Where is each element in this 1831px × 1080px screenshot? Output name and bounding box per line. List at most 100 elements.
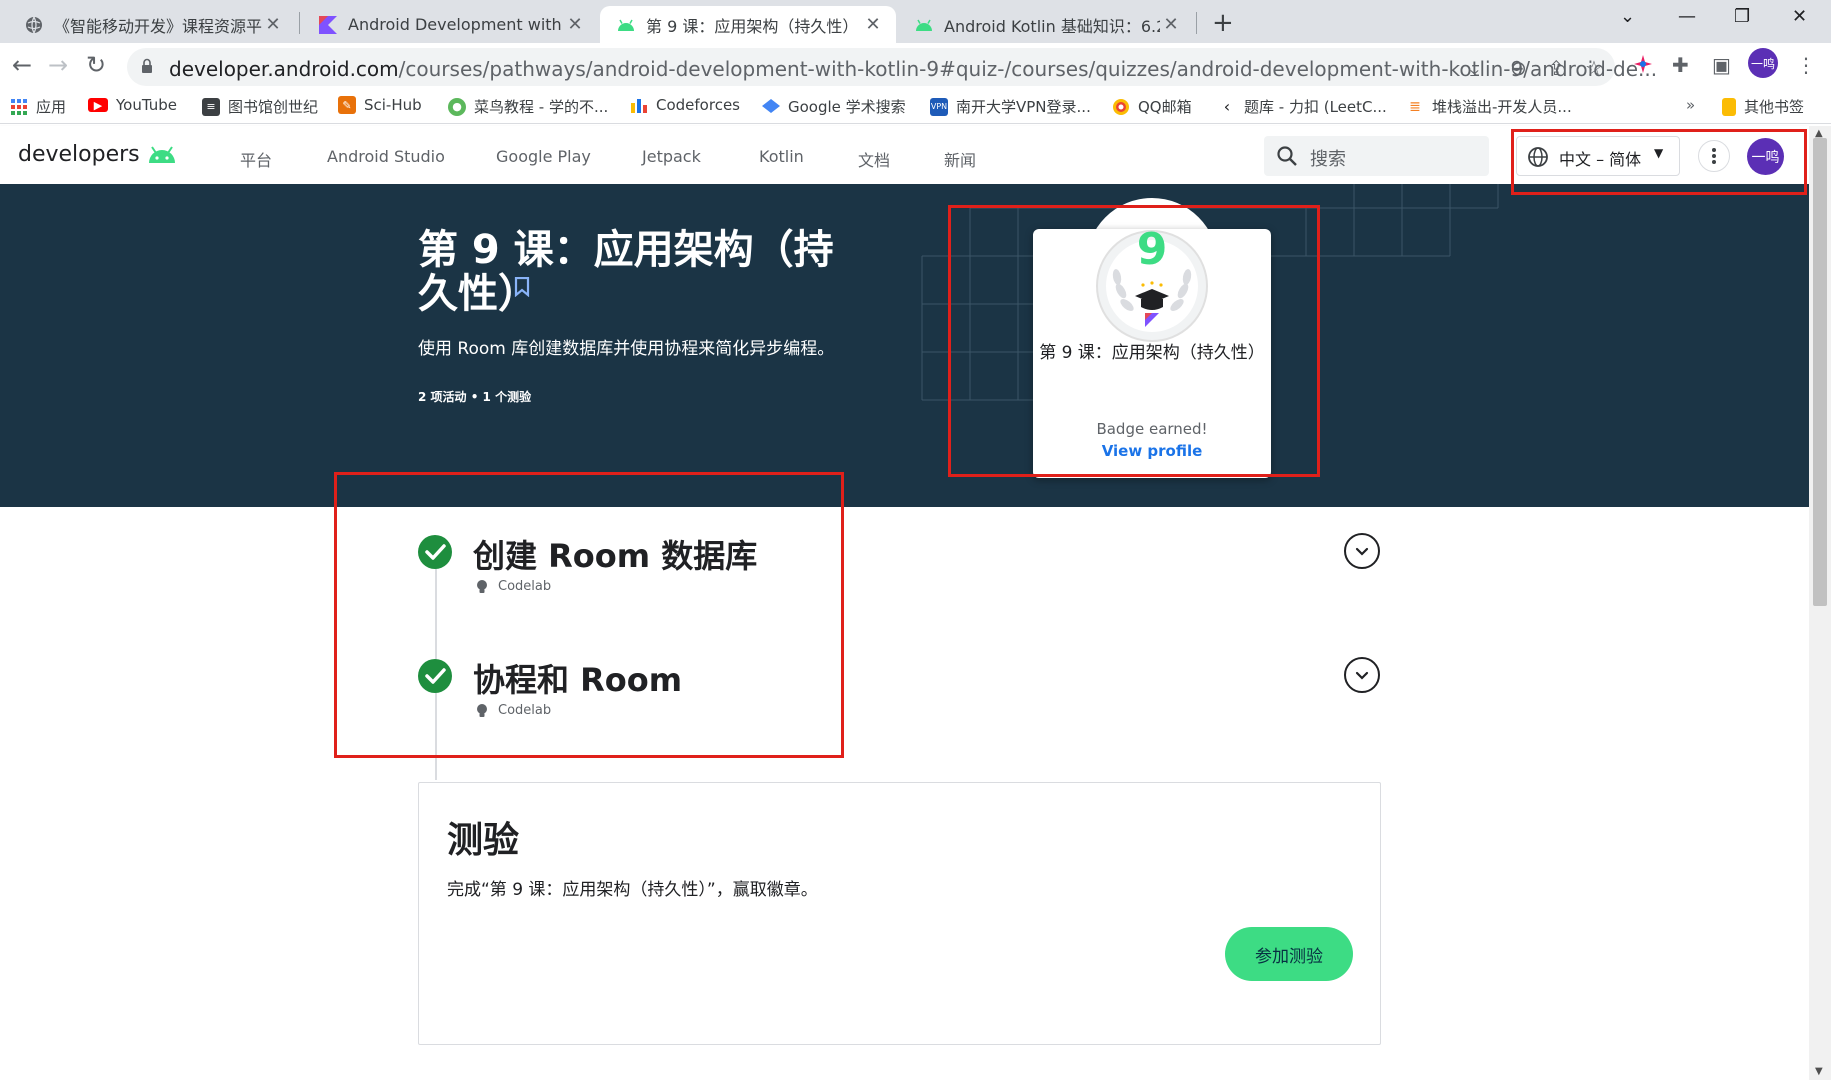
browser-tab[interactable]: 《智能移动开发》课程资源平台 ✕ xyxy=(8,6,296,43)
tab-search-icon[interactable]: ⌄ xyxy=(1620,6,1635,27)
restore-button[interactable]: ❐ xyxy=(1734,6,1750,27)
bookmark-star-icon[interactable]: ☆ xyxy=(1585,56,1603,80)
browser-tab[interactable]: Android Development with Ko ✕ xyxy=(302,6,598,43)
android-icon xyxy=(914,15,934,35)
bookmark-label: QQ邮箱 xyxy=(1138,98,1192,116)
nav-news[interactable]: 新闻 xyxy=(944,147,976,171)
folder-icon xyxy=(1722,97,1736,116)
bookmark-google-scholar[interactable]: Google 学术搜索 xyxy=(762,96,906,117)
apps-grid-icon xyxy=(10,98,28,116)
close-tab-icon[interactable]: ✕ xyxy=(564,14,586,35)
browser-toolbar: ← → ↻ developer.android.com/courses/path… xyxy=(0,43,1831,90)
bookmark-youtube[interactable]: ▶ YouTube xyxy=(88,96,177,114)
address-bar[interactable]: developer.android.com/courses/pathways/a… xyxy=(127,48,1657,86)
bookmark-apps[interactable]: 应用 xyxy=(10,96,66,117)
bookmark-label: Google 学术搜索 xyxy=(788,98,906,116)
close-window-button[interactable]: ✕ xyxy=(1792,6,1807,27)
scholar-icon xyxy=(762,98,780,116)
nav-platform[interactable]: 平台 xyxy=(240,147,272,171)
quiz-title: 测验 xyxy=(447,820,520,861)
back-button[interactable]: ← xyxy=(12,51,32,79)
tab-divider xyxy=(299,12,300,34)
search-placeholder: 搜索 xyxy=(1310,149,1346,170)
browser-profile-avatar[interactable]: 一鸣 xyxy=(1748,48,1778,78)
bookmark-leetcode[interactable]: ‹ 题库 - 力扣 (LeetC... xyxy=(1218,96,1387,117)
nav-android-studio[interactable]: Android Studio xyxy=(327,147,445,166)
chevron-down-icon xyxy=(1355,671,1369,680)
install-app-icon[interactable]: ⤓ xyxy=(1470,56,1479,80)
vpn-icon: VPN xyxy=(930,97,948,116)
bookmark-runoob[interactable]: ● 菜鸟教程 - 学的不... xyxy=(448,96,608,117)
globe-icon xyxy=(24,15,44,35)
browser-tab-active[interactable]: 第 9 课：应用架构（持久性） ✕ xyxy=(600,6,896,43)
browser-tab-strip: 《智能移动开发》课程资源平台 ✕ Android Development wit… xyxy=(0,0,1831,43)
developers-logo[interactable]: developers xyxy=(18,142,178,167)
course-title: 第 9 课：应用架构（持久性） xyxy=(418,227,834,317)
new-tab-button[interactable]: + xyxy=(1212,8,1234,38)
codeforces-icon xyxy=(630,96,648,114)
course-meta: 2 项活动 • 1 个测验 xyxy=(418,390,532,404)
qqmail-icon xyxy=(1112,98,1130,116)
close-tab-icon[interactable]: ✕ xyxy=(862,14,884,35)
android-logo-icon xyxy=(148,145,175,163)
scroll-down-arrow[interactable]: ▼ xyxy=(1815,1066,1823,1077)
forward-button[interactable]: → xyxy=(48,51,68,79)
tab-title: 第 9 课：应用架构（持久性） xyxy=(646,16,859,36)
minimize-button[interactable]: — xyxy=(1678,6,1696,27)
site-search-input[interactable]: 搜索 xyxy=(1264,136,1489,176)
share-icon[interactable]: ⇪ xyxy=(1548,56,1565,80)
tab-title: Android Development with Ko xyxy=(348,15,564,34)
bookmarks-overflow-button[interactable]: » xyxy=(1686,96,1695,114)
grid-decoration xyxy=(921,184,1499,401)
reload-button[interactable]: ↻ xyxy=(86,51,106,79)
other-bookmarks-folder[interactable]: 其他书签 xyxy=(1722,96,1804,117)
bookmark-scihub[interactable]: ✎ Sci-Hub xyxy=(338,96,422,114)
scrollbar-thumb[interactable] xyxy=(1813,138,1827,606)
url-path: /courses/pathways/android-development-wi… xyxy=(398,57,1658,81)
bookmark-qqmail[interactable]: QQ邮箱 xyxy=(1112,96,1192,117)
tab-divider xyxy=(1196,12,1197,34)
page-scrollbar[interactable]: ▲ ▼ xyxy=(1809,126,1831,1080)
library-icon: ≡ xyxy=(202,97,220,116)
bookmark-outline-icon[interactable] xyxy=(514,277,530,297)
chevron-down-icon xyxy=(1355,547,1369,556)
nav-docs[interactable]: 文档 xyxy=(858,147,890,171)
nav-google-play[interactable]: Google Play xyxy=(496,147,591,166)
annotation-box-badge xyxy=(948,205,1320,477)
extensions-puzzle-icon[interactable]: ✚ xyxy=(1672,53,1689,77)
browser-menu-icon[interactable]: ⋮ xyxy=(1796,53,1816,77)
bookmark-codeforces[interactable]: Codeforces xyxy=(630,96,740,114)
side-panel-icon[interactable]: ▣ xyxy=(1712,53,1731,77)
leetcode-icon: ‹ xyxy=(1223,97,1231,116)
bookmark-nankai-vpn[interactable]: VPN 南开大学VPN登录... xyxy=(930,96,1091,117)
nav-kotlin[interactable]: Kotlin xyxy=(759,147,804,166)
url-text: developer.android.com/courses/pathways/a… xyxy=(169,57,1657,81)
browser-tab[interactable]: Android Kotlin 基础知识：6.2 协 ✕ xyxy=(898,6,1194,43)
take-quiz-button[interactable]: 参加测验 xyxy=(1225,927,1353,981)
bookmark-label: 其他书签 xyxy=(1744,98,1805,116)
expand-activity-button[interactable] xyxy=(1344,533,1380,569)
url-host: developer.android.com xyxy=(169,57,399,81)
tab-title: 《智能移动开发》课程资源平台 xyxy=(54,16,262,36)
zoom-icon[interactable]: ⊖ xyxy=(1510,56,1527,80)
stackoverflow-icon: ≣ xyxy=(1409,98,1421,115)
quiz-card: 测验 完成“第 9 课：应用架构（持久性）”，赢取徽章。 参加测验 xyxy=(418,782,1381,1045)
extension-colorful-icon[interactable] xyxy=(1632,53,1654,80)
bookmark-label: YouTube xyxy=(116,96,177,114)
bookmark-stackoverflow[interactable]: ≣ 堆栈溢出-开发人员... xyxy=(1406,96,1572,117)
course-hero-banner: 第 9 课：应用架构（持久性） 使用 Room 库创建数据库并使用协程来简化异步… xyxy=(0,184,1809,507)
lock-icon[interactable] xyxy=(141,58,153,74)
android-icon xyxy=(616,15,636,35)
close-tab-icon[interactable]: ✕ xyxy=(262,14,284,35)
quiz-description: 完成“第 9 课：应用架构（持久性）”，赢取徽章。 xyxy=(447,880,818,900)
nav-jetpack[interactable]: Jetpack xyxy=(642,147,701,166)
logo-text: developers xyxy=(18,142,140,167)
bookmark-library-genesis[interactable]: ≡ 图书馆创世纪 xyxy=(202,96,318,117)
close-tab-icon[interactable]: ✕ xyxy=(1160,14,1182,35)
expand-activity-button[interactable] xyxy=(1344,657,1380,693)
youtube-icon: ▶ xyxy=(88,98,108,112)
bookmark-label: 题库 - 力扣 (LeetC... xyxy=(1244,98,1387,116)
bookmark-label: 图书馆创世纪 xyxy=(228,98,319,116)
scihub-icon: ✎ xyxy=(338,96,356,114)
bookmark-label: 堆栈溢出-开发人员... xyxy=(1432,98,1572,116)
